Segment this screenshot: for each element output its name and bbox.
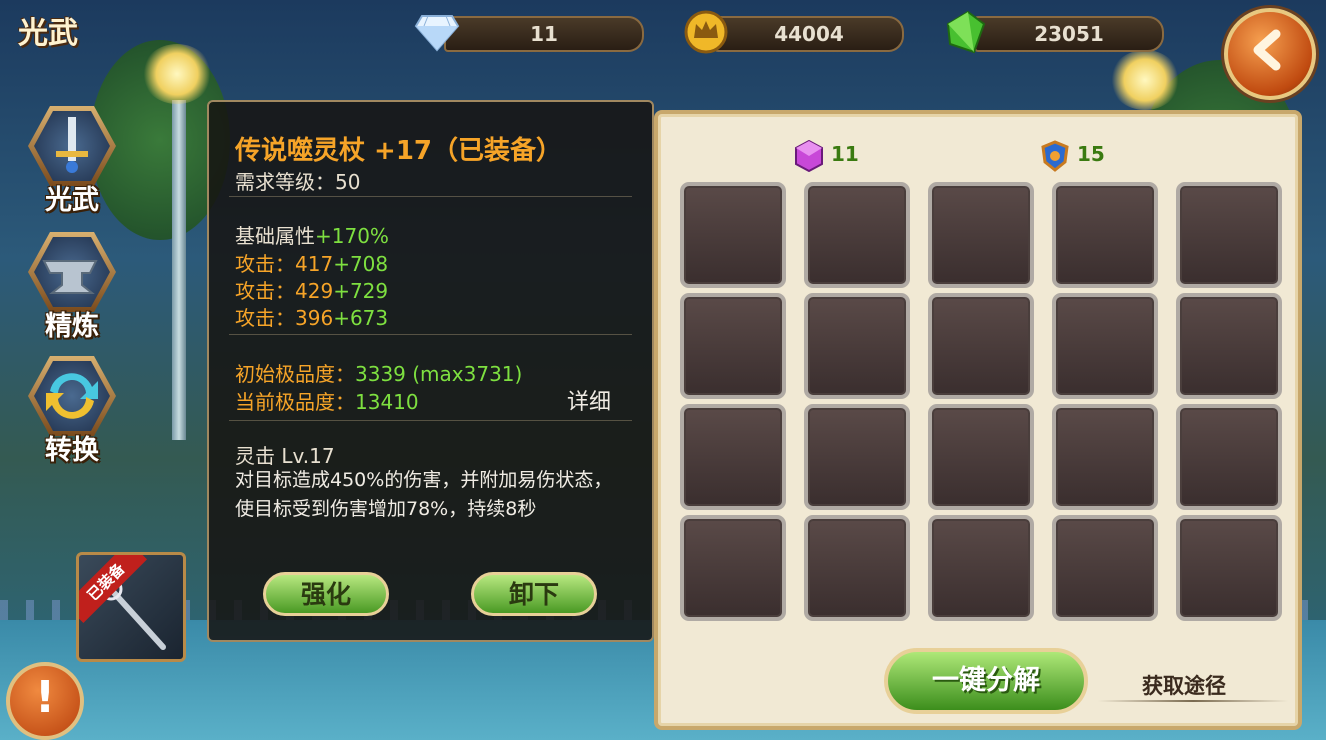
attack-bonus: +708 [333, 252, 389, 276]
sword-emblem-icon [34, 111, 110, 181]
initial-quality-row: 初始极品度：3339 (max3731) [235, 358, 522, 387]
divider [1098, 700, 1288, 702]
lamp-post [172, 100, 186, 440]
inventory-slot[interactable] [804, 515, 910, 621]
nav-label: 光武 [45, 185, 99, 216]
lamp-light [142, 44, 212, 104]
inventory-slot[interactable] [680, 515, 786, 621]
lamp-light [1110, 50, 1180, 110]
crystal-count: 23051 [974, 16, 1164, 52]
inventory-slot[interactable] [1052, 293, 1158, 399]
exclamation-icon: ! [34, 672, 56, 723]
attack-row: 攻击：429+729 [235, 275, 388, 304]
acquire-source-link[interactable]: 获取途径 [1142, 670, 1226, 700]
purple-gem-icon [795, 139, 823, 172]
inventory-slot[interactable] [1052, 515, 1158, 621]
inventory-slot[interactable] [680, 182, 786, 288]
inventory-slot[interactable] [680, 293, 786, 399]
equipped-weapon-slot[interactable]: 已装备 [76, 552, 186, 662]
page-title: 光武 [18, 16, 78, 51]
chevron-left-icon [1253, 29, 1281, 71]
inventory-panel: 11 15 一键分解 获取途径 [654, 110, 1302, 730]
blue-shield-count: 15 [1076, 142, 1105, 166]
base-attr-bonus: +170% [315, 224, 389, 248]
blue-shield-icon [1041, 139, 1069, 172]
inventory-slot[interactable] [804, 182, 910, 288]
inventory-slot[interactable] [928, 515, 1034, 621]
attack-base: 417 [295, 252, 334, 276]
attack-row: 攻击：396+673 [235, 302, 388, 331]
divider [229, 334, 632, 335]
nav-refine[interactable]: 精炼 [26, 232, 118, 342]
inventory-slot[interactable] [1176, 293, 1282, 399]
current-quality-label: 当前极品度： [235, 390, 355, 414]
swap-arrows-icon [34, 361, 110, 431]
inventory-slot[interactable] [1176, 182, 1282, 288]
attack-bonus: +673 [333, 306, 389, 330]
unequip-button[interactable]: 卸下 [471, 572, 597, 616]
attack-base: 429 [295, 279, 334, 303]
detail-link[interactable]: 详细 [567, 384, 611, 416]
divider [229, 420, 632, 421]
base-attribute-row: 基础属性+170% [235, 220, 389, 249]
skill-description: 对目标造成450%的伤害，并附加易伤状态，使目标受到伤害增加78%，持续8秒 [235, 469, 613, 520]
crown-coin-icon [684, 10, 730, 54]
inventory-slot[interactable] [804, 293, 910, 399]
inventory-grid [680, 182, 1282, 621]
diamond-count: 11 [444, 16, 644, 52]
nav-guangwu[interactable]: 光武 [26, 106, 118, 216]
enhance-button[interactable]: 强化 [263, 572, 389, 616]
divider [229, 196, 632, 197]
alert-button[interactable]: ! [6, 662, 84, 740]
inventory-slot[interactable] [928, 293, 1034, 399]
initial-quality-label: 初始极品度： [235, 362, 355, 386]
decompose-all-button[interactable]: 一键分解 [884, 648, 1088, 714]
inventory-slot[interactable] [928, 404, 1034, 510]
inventory-slot[interactable] [1176, 404, 1282, 510]
item-tooltip: 传说噬灵杖 +17（已装备） 需求等级：50 基础属性+170% 攻击：417+… [207, 100, 654, 642]
initial-quality-value: 3339 (max3731) [355, 362, 523, 386]
nav-label: 转换 [45, 435, 99, 466]
anvil-icon [34, 237, 110, 307]
inventory-slot[interactable] [680, 404, 786, 510]
inventory-slot[interactable] [1052, 182, 1158, 288]
green-crystal-icon [944, 10, 990, 54]
diamond-icon [414, 10, 460, 54]
item-name: 传说噬灵杖 +17（已装备） [235, 136, 563, 166]
resource-crystal: 23051 [944, 10, 1164, 54]
inventory-slot[interactable] [1176, 515, 1282, 621]
resource-coin: 44004 [684, 10, 904, 54]
purple-gem-currency: 11 [794, 138, 859, 172]
attack-row: 攻击：417+708 [235, 248, 388, 277]
current-quality-value: 13410 [355, 390, 419, 414]
nav-label: 精炼 [45, 311, 99, 342]
attack-base: 396 [295, 306, 334, 330]
level-requirement: 需求等级：50 [235, 170, 361, 194]
nav-convert[interactable]: 转换 [26, 356, 118, 466]
purple-gem-count: 11 [830, 142, 859, 166]
back-button[interactable] [1224, 8, 1316, 100]
attack-label: 攻击： [235, 252, 295, 276]
attack-label: 攻击： [235, 306, 295, 330]
blue-shield-currency: 15 [1040, 138, 1105, 172]
attack-bonus: +729 [333, 279, 389, 303]
resource-diamond: 11 [414, 14, 644, 52]
skill-name: 灵击 Lv.17 [235, 444, 335, 468]
base-attr-label: 基础属性 [235, 224, 315, 248]
inventory-slot[interactable] [804, 404, 910, 510]
coin-count: 44004 [714, 16, 904, 52]
current-quality-row: 当前极品度：13410 [235, 386, 419, 415]
attack-label: 攻击： [235, 279, 295, 303]
inventory-slot[interactable] [1052, 404, 1158, 510]
inventory-slot[interactable] [928, 182, 1034, 288]
